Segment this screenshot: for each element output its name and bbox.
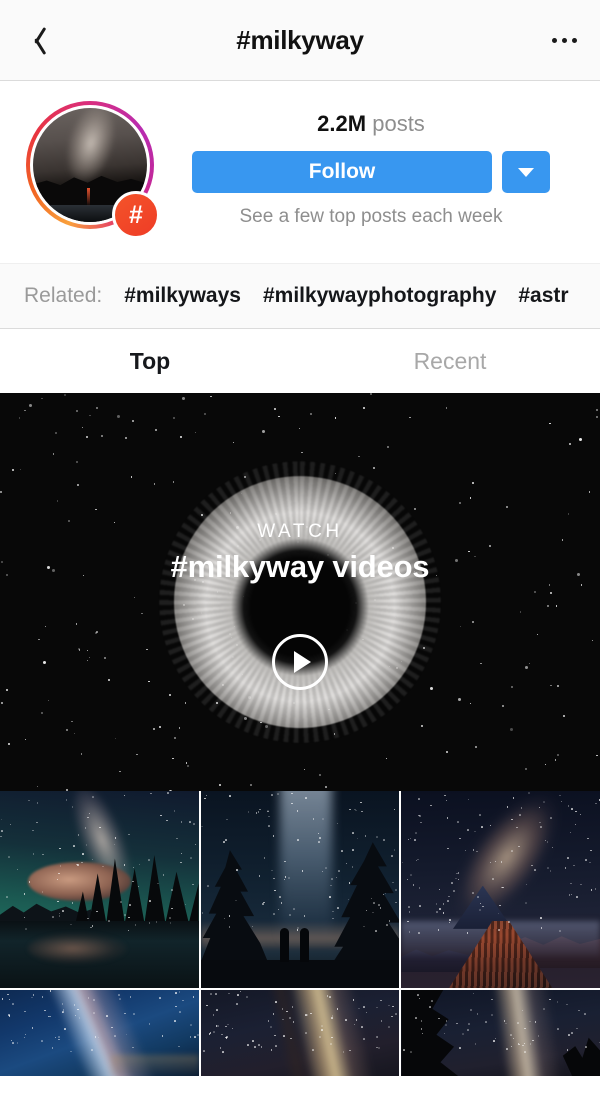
grid-photo[interactable] (0, 791, 199, 988)
follow-subtext: See a few top posts each week (239, 206, 503, 227)
banner-title: #milkyway videos (170, 549, 430, 584)
related-tag[interactable]: #milkyways (124, 284, 241, 308)
watch-label: WATCH (257, 521, 343, 542)
hashtag-badge-icon: # (112, 191, 160, 239)
post-count-label: posts (372, 111, 425, 136)
tab-top[interactable]: Top (0, 329, 300, 393)
related-label: Related: (24, 284, 103, 307)
photo-grid (0, 791, 600, 1101)
instagram-hashtag-page: #milkyway # 2.2M posts Follow See a few … (0, 0, 600, 1101)
chevron-down-icon (518, 167, 534, 177)
grid-photo[interactable] (401, 990, 600, 1076)
app-header: #milkyway (0, 0, 600, 81)
post-count-value: 2.2M (317, 111, 367, 136)
follow-dropdown-button[interactable] (502, 151, 550, 193)
ellipsis-icon-dot (571, 37, 577, 43)
content-tabs: Top Recent (0, 329, 600, 393)
watch-videos-banner[interactable]: WATCH #milkyway videos (0, 393, 600, 791)
more-options-button[interactable] (528, 0, 600, 80)
grid-photo[interactable] (0, 990, 199, 1076)
tab-recent[interactable]: Recent (300, 329, 600, 393)
related-tag[interactable]: #astr (518, 284, 568, 308)
play-icon[interactable] (272, 634, 328, 690)
grid-photo[interactable] (401, 791, 600, 988)
chevron-left-icon (25, 23, 45, 57)
avatar[interactable]: # (24, 99, 162, 239)
related-tag[interactable]: #milkywayphotography (263, 284, 496, 308)
page-title: #milkyway (236, 24, 364, 55)
banner-video-thumbnail (174, 476, 426, 729)
grid-photo[interactable] (200, 990, 400, 1076)
ellipsis-icon-dot (551, 37, 557, 43)
follow-button[interactable]: Follow (192, 151, 492, 193)
back-button[interactable] (0, 0, 70, 80)
related-hashtags-row[interactable]: Related: #milkyways #milkywayphotography… (0, 263, 600, 329)
grid-photo[interactable] (200, 791, 400, 988)
ellipsis-icon-dot (561, 37, 567, 43)
post-count: 2.2M posts (317, 111, 425, 137)
hashtag-profile-section: # 2.2M posts Follow See a few top posts … (0, 81, 600, 263)
